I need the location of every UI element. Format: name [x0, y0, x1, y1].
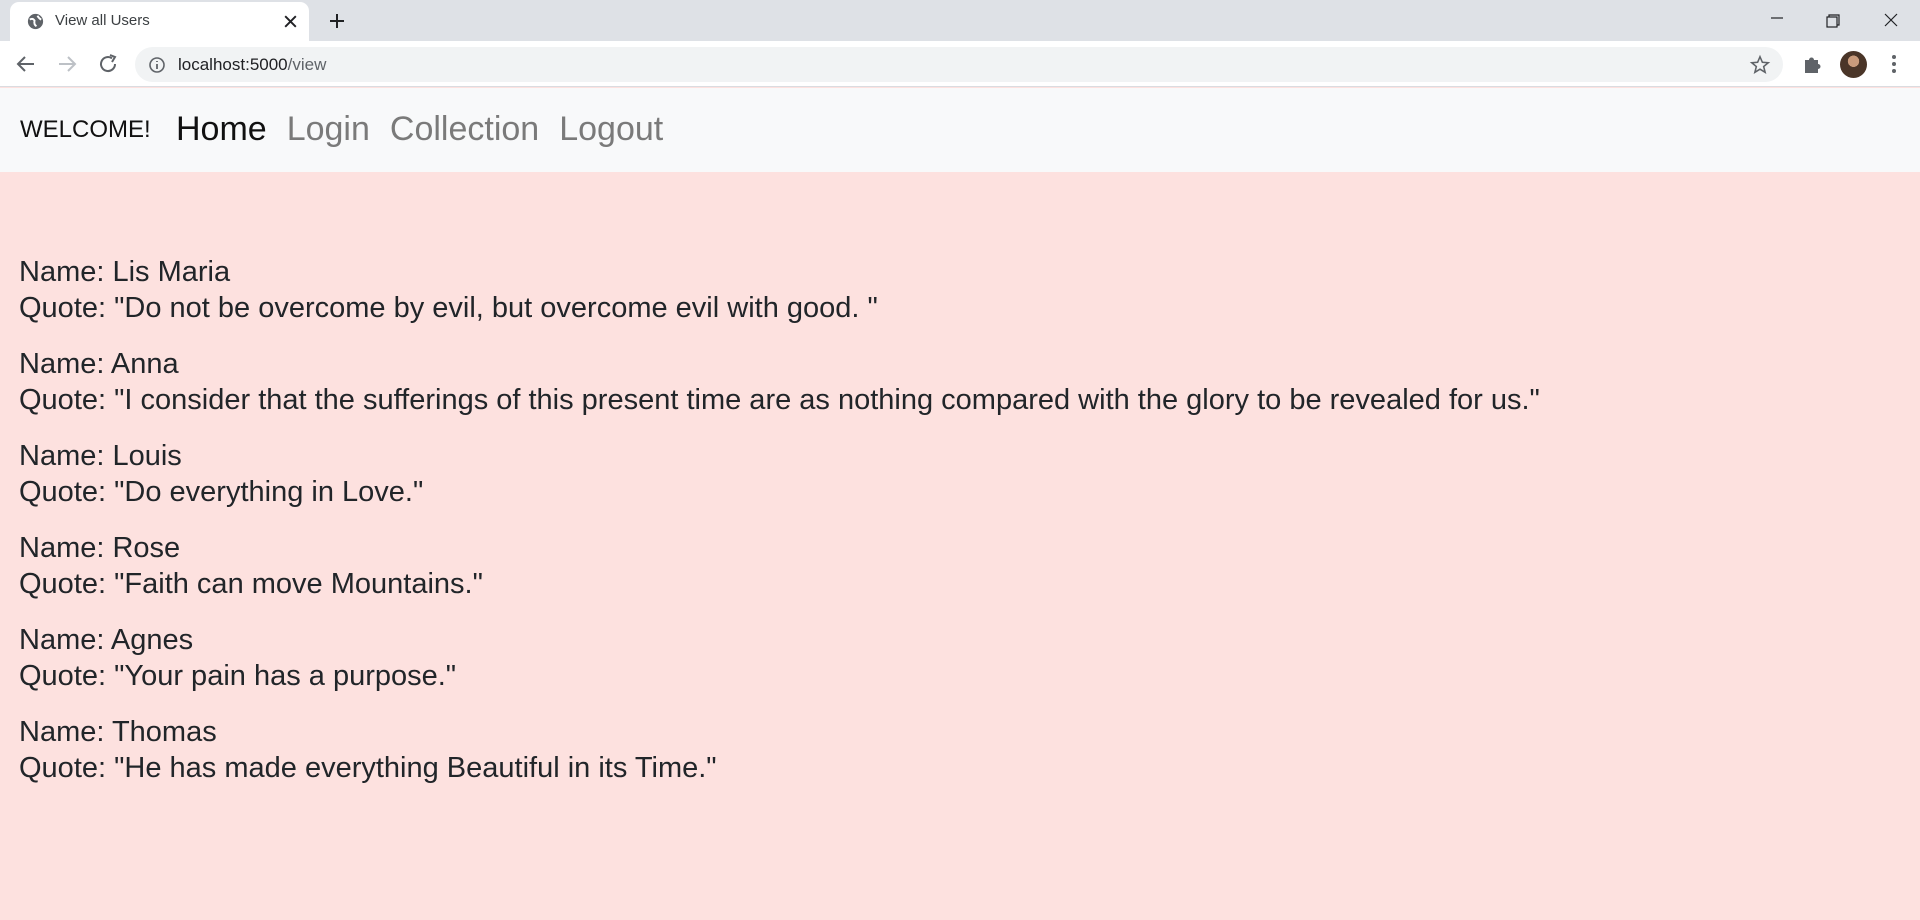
- user-quote: Quote: "Do not be overcome by evil, but …: [19, 292, 878, 324]
- user-quote: Quote: "Your pain has a purpose.": [19, 660, 457, 692]
- user-quote: Quote: "He has made everything Beautiful…: [19, 752, 717, 784]
- browser-tab[interactable]: View all Users: [10, 2, 309, 41]
- tab-title: View all Users: [55, 12, 150, 29]
- user-quote: Quote: "Faith can move Mountains.": [19, 568, 483, 600]
- list-item: Name: Louis Quote: "Do everything in Lov…: [19, 438, 1899, 510]
- window-close-icon[interactable]: [1876, 6, 1906, 36]
- user-name: Name: Rose: [19, 532, 181, 564]
- users-list: Name: Lis Maria Quote: "Do not be overco…: [19, 254, 1899, 806]
- puzzle-icon[interactable]: [1800, 52, 1824, 76]
- info-icon[interactable]: [148, 56, 166, 74]
- minimize-icon[interactable]: [1762, 6, 1792, 36]
- site-navbar: WELCOME! Home Login Collection Logout: [0, 88, 1920, 172]
- list-item: Name: Rose Quote: "Faith can move Mounta…: [19, 530, 1899, 602]
- star-icon[interactable]: [1749, 54, 1771, 76]
- user-name: Name: Thomas: [19, 716, 217, 748]
- list-item: Name: Lis Maria Quote: "Do not be overco…: [19, 254, 1899, 326]
- reload-icon[interactable]: [96, 52, 120, 76]
- plus-icon[interactable]: [325, 9, 349, 33]
- address-bar[interactable]: localhost:5000/view: [135, 47, 1783, 82]
- profile-avatar[interactable]: [1840, 51, 1867, 78]
- list-item: Name: Agnes Quote: "Your pain has a purp…: [19, 622, 1899, 694]
- url-path: /view: [287, 55, 327, 74]
- kebab-menu-icon[interactable]: [1882, 52, 1906, 76]
- globe-icon: [27, 13, 44, 30]
- navbar-brand[interactable]: WELCOME!: [20, 116, 151, 144]
- nav-link-collection[interactable]: Collection: [390, 110, 539, 149]
- user-name: Name: Agnes: [19, 624, 194, 656]
- close-icon[interactable]: [282, 13, 299, 30]
- url-host: localhost:5000: [178, 55, 288, 74]
- nav-links: Home Login Collection Logout: [176, 110, 663, 149]
- user-quote: Quote: "Do everything in Love.": [19, 476, 424, 508]
- user-name: Name: Anna: [19, 348, 179, 380]
- nav-link-home[interactable]: Home: [176, 110, 267, 149]
- user-quote: Quote: "I consider that the sufferings o…: [19, 384, 1540, 416]
- browser-toolbar: localhost:5000/view: [0, 41, 1920, 87]
- nav-link-login[interactable]: Login: [287, 110, 370, 149]
- browser-tab-strip: View all Users: [0, 0, 1920, 41]
- forward-arrow-icon[interactable]: [55, 52, 79, 76]
- url-text: localhost:5000/view: [178, 55, 326, 75]
- restore-icon[interactable]: [1818, 6, 1848, 36]
- list-item: Name: Anna Quote: "I consider that the s…: [19, 346, 1899, 418]
- back-arrow-icon[interactable]: [14, 52, 38, 76]
- user-name: Name: Louis: [19, 440, 182, 472]
- nav-link-logout[interactable]: Logout: [559, 110, 663, 149]
- user-name: Name: Lis Maria: [19, 256, 231, 288]
- list-item: Name: Thomas Quote: "He has made everyth…: [19, 714, 1899, 786]
